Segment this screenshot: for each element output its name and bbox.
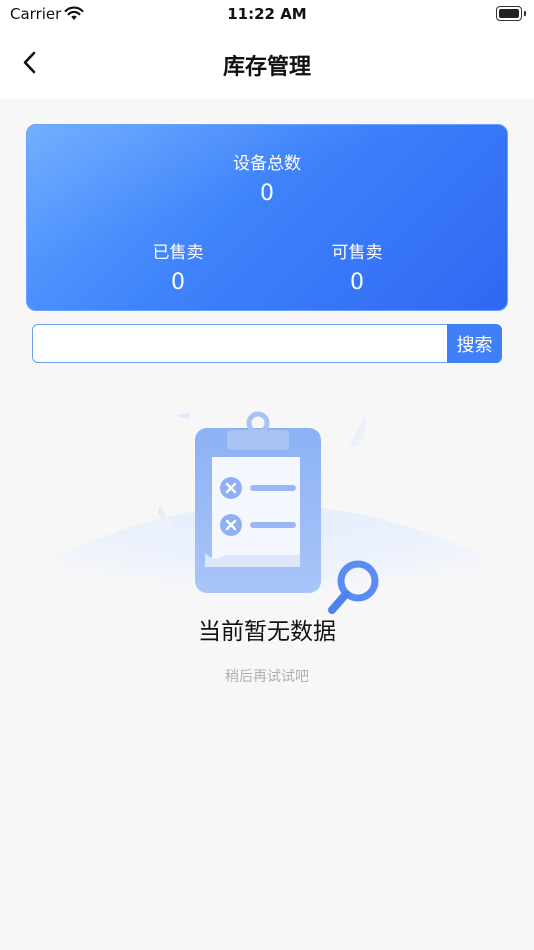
search-bar: 搜索: [32, 324, 502, 363]
empty-state-title: 当前暂无数据: [198, 619, 336, 645]
search-button[interactable]: 搜索: [447, 324, 502, 363]
total-devices-label: 设备总数: [233, 154, 301, 174]
status-bar: Carrier 11:22 AM: [0, 0, 534, 28]
clock: 11:22 AM: [227, 5, 307, 23]
empty-state-subtitle: 稍后再试试吧: [225, 669, 309, 685]
total-devices-value: 0: [260, 181, 274, 206]
available-value: 0: [350, 270, 364, 295]
available-label: 可售卖: [331, 243, 383, 263]
page-title: 库存管理: [222, 55, 311, 80]
search-input[interactable]: [32, 324, 448, 363]
battery-icon: [496, 6, 526, 21]
sold-label: 已售卖: [152, 243, 204, 263]
sold-value: 0: [171, 270, 185, 295]
inventory-summary-card: 设备总数 0 已售卖 0 可售卖 0: [26, 124, 508, 311]
nav-bar: 库存管理: [0, 28, 534, 98]
empty-clipboard-illustration: [40, 411, 500, 625]
